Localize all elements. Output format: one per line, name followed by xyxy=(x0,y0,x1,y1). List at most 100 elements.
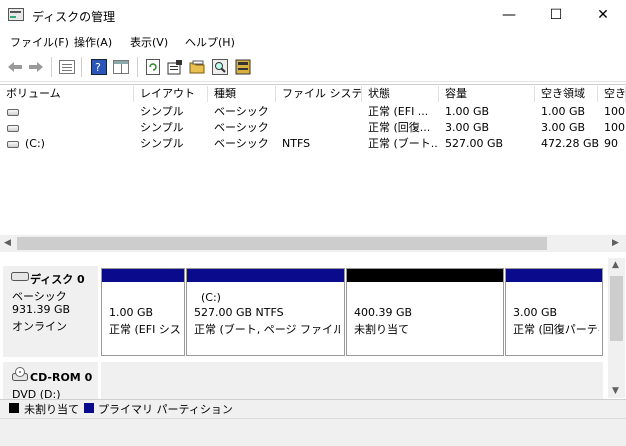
forward-arrow-icon xyxy=(29,62,43,72)
table-row[interactable] xyxy=(0,120,626,136)
column-header-status[interactable]: 状態 xyxy=(362,86,439,102)
horizontal-scroll-thumb[interactable] xyxy=(17,237,547,250)
column-header-type[interactable]: 種類 xyxy=(208,86,276,102)
menu-help[interactable]: ヘルプ(H) xyxy=(185,34,235,50)
scroll-down-arrow-icon[interactable]: ▼ xyxy=(612,386,619,396)
partition-size: 1.00 GB xyxy=(109,306,154,319)
partition-status: 正常 (EFI シス xyxy=(109,323,181,336)
back-button[interactable] xyxy=(6,58,24,76)
volume-icon xyxy=(7,125,19,132)
list-view-button[interactable] xyxy=(58,58,76,76)
disk-management-icon xyxy=(8,8,24,21)
unallocated-bar xyxy=(347,269,503,282)
primary-partition-bar xyxy=(187,269,344,282)
minimize-icon: — xyxy=(502,7,516,23)
partition-size: 527.00 GB NTFS xyxy=(194,306,284,319)
disk-0-kind: ベーシック xyxy=(12,290,67,303)
partition-efi[interactable]: 1.00 GB 正常 (EFI シス xyxy=(101,268,185,356)
cell-free: 472.28 GB xyxy=(541,137,600,150)
minimize-button[interactable]: — xyxy=(486,0,532,30)
help-icon: ? xyxy=(91,59,107,75)
properties-icon xyxy=(167,60,182,75)
vertical-scroll-thumb[interactable] xyxy=(610,276,623,341)
cell-free: 1.00 GB xyxy=(541,105,586,118)
help-button[interactable]: ? xyxy=(90,58,108,76)
rescan-icon xyxy=(235,59,251,75)
column-header-free[interactable]: 空き領域 xyxy=(535,86,598,102)
partition-recovery[interactable]: 3.00 GB 正常 (回復パーティ xyxy=(505,268,603,356)
cell-status: 正常 (EFI ... xyxy=(368,105,429,118)
volume-icon xyxy=(7,141,19,148)
cell-layout: シンプル xyxy=(140,105,184,118)
properties-button[interactable] xyxy=(166,58,184,76)
menu-view[interactable]: 表示(V) xyxy=(130,34,168,50)
pane-toggle-button[interactable] xyxy=(112,58,130,76)
refresh-button[interactable] xyxy=(144,58,162,76)
maximize-icon: ☐ xyxy=(549,7,563,23)
toolbar-separator xyxy=(81,57,82,77)
column-header-layout[interactable]: レイアウト xyxy=(134,86,208,102)
menu-action[interactable]: 操作(A) xyxy=(74,34,112,50)
scroll-right-arrow-icon[interactable]: ▶ xyxy=(612,238,619,248)
window-title: ディスクの管理 xyxy=(32,10,116,24)
cell-free-percent: 100 xyxy=(604,105,625,118)
primary-partition-bar xyxy=(506,269,602,282)
cell-free: 3.00 GB xyxy=(541,121,586,134)
cdrom-icon xyxy=(12,367,28,381)
partition-status: 正常 (回復パーティ xyxy=(513,323,599,336)
partition-c[interactable]: (C:) 527.00 GB NTFS 正常 (ブート, ページ ファイル, ク… xyxy=(186,268,345,356)
scroll-left-arrow-icon[interactable]: ◀ xyxy=(4,238,11,248)
menu-file[interactable]: ファイル(F) xyxy=(10,34,69,50)
partition-unallocated[interactable]: 400.39 GB 未割り当て xyxy=(346,268,504,356)
legend-unallocated-label: 未割り当て xyxy=(24,403,79,416)
disk-0-state: オンライン xyxy=(12,320,67,333)
rescan-button[interactable] xyxy=(234,58,252,76)
disk-icon xyxy=(11,272,29,281)
legend-primary-label: プライマリ パーティション xyxy=(98,403,233,416)
cell-volume: (C:) xyxy=(25,137,45,150)
column-header-volume[interactable]: ボリューム xyxy=(0,86,134,102)
cell-layout: シンプル xyxy=(140,137,184,150)
partition-status: 未割り当て xyxy=(354,323,409,336)
cell-status: 正常 (ブート... xyxy=(368,137,438,150)
column-header-free-percent[interactable]: 空き xyxy=(598,86,626,102)
search-button[interactable] xyxy=(211,58,229,76)
open-folder-button[interactable] xyxy=(188,58,206,76)
cdrom-area xyxy=(101,362,603,399)
scroll-up-arrow-icon[interactable]: ▲ xyxy=(612,260,619,270)
toolbar-separator xyxy=(137,57,138,77)
primary-partition-bar xyxy=(102,269,184,282)
volume-icon xyxy=(7,109,19,116)
legend-unallocated-swatch xyxy=(9,403,19,413)
open-folder-icon xyxy=(189,60,204,74)
cell-status: 正常 (回復... xyxy=(368,121,431,134)
svg-text:?: ? xyxy=(95,61,101,74)
disk-0-name: ディスク 0 xyxy=(30,273,85,286)
partition-size: 400.39 GB xyxy=(354,306,413,319)
cell-capacity: 3.00 GB xyxy=(445,121,490,134)
close-button[interactable]: ✕ xyxy=(580,0,626,30)
partition-status: 正常 (ブート, ページ ファイル, クラ xyxy=(194,323,340,336)
status-bar xyxy=(0,418,626,446)
partition-size: 3.00 GB xyxy=(513,306,558,319)
back-arrow-icon xyxy=(8,62,22,72)
maximize-button[interactable]: ☐ xyxy=(533,0,579,30)
cdrom-name: CD-ROM 0 xyxy=(30,371,93,384)
toolbar-separator xyxy=(51,57,52,77)
cell-type: ベーシック xyxy=(214,137,269,150)
search-icon xyxy=(212,59,228,75)
column-header-capacity[interactable]: 容量 xyxy=(439,86,535,102)
cell-capacity: 1.00 GB xyxy=(445,105,490,118)
disk-0-size: 931.39 GB xyxy=(12,303,71,316)
table-row[interactable] xyxy=(0,136,626,152)
forward-button[interactable] xyxy=(27,58,45,76)
close-icon: ✕ xyxy=(597,7,609,23)
column-header-filesystem[interactable]: ファイル システム xyxy=(276,86,362,102)
cell-type: ベーシック xyxy=(214,105,269,118)
refresh-icon xyxy=(146,59,160,75)
cell-free-percent: 90 xyxy=(604,137,618,150)
cell-filesystem: NTFS xyxy=(282,137,311,150)
list-view-icon xyxy=(59,60,75,74)
table-row[interactable] xyxy=(0,104,626,120)
cell-type: ベーシック xyxy=(214,121,269,134)
